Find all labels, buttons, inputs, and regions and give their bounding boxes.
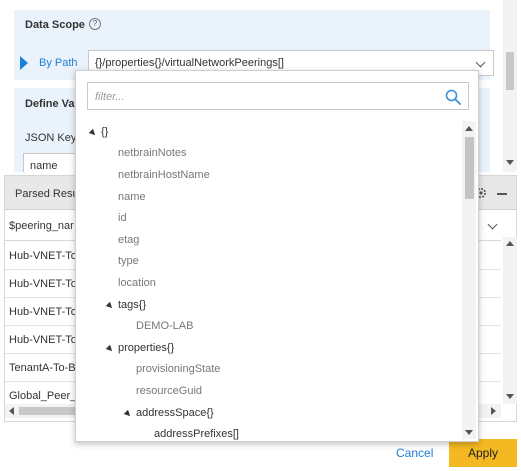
table-cell: Hub-VNET-To (9, 250, 77, 262)
tree-node[interactable]: resourceGuid (136, 385, 202, 405)
search-icon[interactable] (444, 88, 462, 106)
scroll-up-icon[interactable] (465, 126, 473, 131)
cancel-button[interactable]: Cancel (396, 446, 433, 460)
scroll-down-icon[interactable] (465, 430, 473, 435)
table-cell: Hub-VNET-To (9, 306, 77, 318)
tree-node[interactable]: tags{} (105, 299, 146, 319)
filter-input[interactable]: filter... (87, 82, 469, 110)
chevron-down-icon[interactable] (487, 219, 498, 230)
column-header-label: $peering_nar (9, 220, 74, 232)
scroll-down-icon[interactable] (506, 394, 514, 399)
tree-node[interactable]: id (118, 212, 127, 232)
tree-node[interactable]: addressPrefixes[] (154, 428, 239, 441)
by-path-label[interactable]: By Path (39, 57, 78, 69)
tree-node[interactable]: DEMO-LAB (136, 320, 193, 340)
expand-arrow-icon[interactable] (105, 344, 115, 354)
expand-arrow-icon[interactable] (105, 301, 115, 311)
minimize-icon[interactable] (497, 193, 507, 195)
path-dropdown: filter... {} netbrainNotes netbrainHostN… (75, 70, 479, 442)
scroll-right-icon[interactable] (491, 407, 496, 415)
expand-arrow-icon[interactable] (123, 409, 133, 419)
path-select-value: {}/properties{}/virtualNetworkPeerings[] (95, 57, 284, 69)
scroll-left-icon[interactable] (9, 407, 14, 415)
tree-node[interactable]: properties{} (105, 342, 174, 362)
table-cell: TenantA-To-B (9, 362, 76, 374)
scrollbar-thumb[interactable] (19, 407, 79, 415)
editor-scrollbar[interactable] (503, 0, 517, 172)
tree-node[interactable]: {} (88, 126, 108, 146)
filter-placeholder: filter... (95, 91, 125, 103)
scrollbar-thumb[interactable] (506, 52, 514, 90)
chevron-down-icon[interactable] (475, 57, 486, 68)
table-cell: Hub-VNET-To (9, 334, 77, 346)
tree-node[interactable]: provisioningState (136, 363, 220, 383)
parsed-results-title: Parsed Resu (15, 188, 79, 200)
help-icon[interactable]: ? (89, 18, 101, 30)
scroll-down-icon[interactable] (506, 160, 514, 165)
json-key-value: name (30, 160, 58, 172)
tree-node[interactable]: name (118, 191, 146, 211)
table-cell: Hub-VNET-To (9, 278, 77, 290)
table-cell: Global_Peer_1 (9, 390, 83, 402)
tree-node[interactable]: etag (118, 234, 139, 254)
data-scope-title: Data Scope (25, 19, 85, 31)
tree-node[interactable]: type (118, 255, 139, 275)
tree-node[interactable]: location (118, 277, 156, 297)
json-key-label: JSON Key (25, 132, 77, 144)
dropdown-scrollbar[interactable] (462, 121, 476, 439)
tree-node[interactable]: addressSpace{} (123, 407, 214, 427)
define-values-title: Define Va (25, 98, 75, 110)
results-vertical-scrollbar[interactable] (503, 237, 517, 404)
scroll-up-icon[interactable] (506, 241, 514, 246)
expand-arrow-icon[interactable] (88, 128, 98, 138)
tree-node[interactable]: netbrainNotes (118, 147, 187, 167)
scrollbar-thumb[interactable] (465, 137, 474, 199)
selected-marker-icon (20, 56, 28, 70)
tree-node[interactable]: netbrainHostName (118, 169, 210, 189)
apply-button[interactable]: Apply (449, 439, 517, 467)
